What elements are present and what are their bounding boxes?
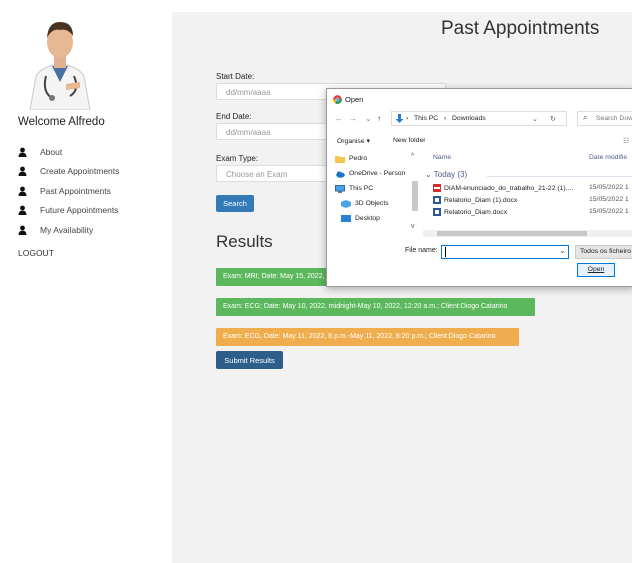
breadcrumb-this-pc[interactable]: This PC [414,115,438,122]
tree-item-pedro[interactable]: Pedro [335,151,415,166]
user-icon [18,225,27,235]
exam-type-label: Exam Type: [216,154,259,163]
chevron-down-icon[interactable]: ⌄ [532,115,538,123]
downloads-icon [395,114,404,123]
user-icon [18,147,27,157]
user-icon [18,186,27,196]
start-date-label: Start Date: [216,72,255,81]
logout-link[interactable]: LOGOUT [18,248,54,258]
file-row[interactable]: Relatorio_Diam (1).docx 15/05/2022 1 [433,196,632,207]
address-bar: ← → ⌄ ↑ › This PC › Downloads ⌄ ↻ Search… [327,111,632,127]
end-date-label: End Date: [216,112,252,121]
file-list-scrollbar[interactable] [423,230,632,237]
sidebar-item-create-appointments[interactable]: Create Appointments [18,162,173,182]
desktop-icon [341,214,351,222]
tree-item-3d-objects[interactable]: 3D Objects [335,196,415,211]
search-icon: ⌕ [583,113,588,122]
up-arrow-icon[interactable]: ↑ [377,114,381,123]
column-name[interactable]: Name [433,154,451,161]
result-item: Exam: ECG; Date: May 10, 2022, midnight-… [216,298,535,316]
nav-pane-scrollbar[interactable]: ^ v [411,151,419,233]
file-name-label: File name: [405,247,438,254]
organise-button[interactable]: Organise ▾ [337,137,370,145]
results-title: Results [216,232,273,251]
dialog-toolbar: Organise ▾ New folder ☷ [327,137,632,149]
file-type-select[interactable]: Todos os ficheiro [575,245,632,259]
sidebar-item-label: My Availability [40,224,94,235]
tree-item-this-pc[interactable]: This PC [335,181,415,196]
chevron-down-icon[interactable]: v [411,223,415,230]
sidebar-item-label: About [40,146,63,157]
sidebar-item-future-appointments[interactable]: Future Appointments [18,201,173,221]
sidebar-item-my-availability[interactable]: My Availability [18,220,173,240]
folder-icon [335,155,345,163]
file-open-dialog: Open ← → ⌄ ↑ › This PC › Downloads ⌄ ↻ S… [326,88,632,287]
open-button[interactable]: Open [577,263,615,277]
user-icon [18,166,27,177]
user-icon [18,205,27,216]
back-arrow-icon[interactable]: ← [335,114,343,123]
welcome-text: Welcome Alfredo [18,116,105,128]
chevron-down-icon: ⌄ [425,170,434,179]
file-row[interactable]: DIAM-enunciado_do_trabalho_21-22 (1)....… [433,184,632,195]
chevron-down-icon[interactable]: ⌄ [559,246,566,255]
file-list: Name Date modifie ⌄ Today (3) DIAM-enunc… [423,151,632,239]
sidebar-item-label: Past Appointments [40,185,111,196]
sidebar: Welcome Alfredo About Create Appointment… [8,12,172,563]
pdf-icon [433,184,441,192]
file-name-input[interactable] [441,245,569,259]
breadcrumb-downloads[interactable]: Downloads [452,115,486,122]
doctor-avatar [22,18,98,110]
nav-pane: Pedro OneDrive - Person This PC 3D Objec… [335,151,415,231]
sidebar-item-label: Create Appointments [40,166,120,177]
pc-icon [335,184,345,193]
search-button[interactable]: Search [216,195,254,212]
sidebar-item-about[interactable]: About [18,142,173,162]
page-title: Past Appointments [441,18,600,39]
chrome-icon [333,95,342,104]
group-header[interactable]: ⌄ Today (3) [425,170,467,179]
forward-arrow-icon[interactable]: → [349,114,357,123]
onedrive-icon [336,170,345,178]
sidebar-nav: About Create Appointments Past Appointme… [18,142,173,240]
result-item: Exam: ECG; Date: May 11, 2022, 8 p.m.-Ma… [216,328,519,346]
tree-item-onedrive[interactable]: OneDrive - Person [335,166,415,181]
dialog-title: Open [345,95,364,104]
chevron-up-icon[interactable]: ^ [411,153,414,160]
word-doc-icon [433,208,441,216]
chevron-down-icon[interactable]: ⌄ [365,114,372,123]
path-box[interactable]: › This PC › Downloads ⌄ ↻ [391,111,567,126]
word-doc-icon [433,196,441,204]
submit-results-button[interactable]: Submit Results [216,351,283,369]
3d-objects-icon [341,199,351,208]
sidebar-item-label: Future Appointments [40,205,119,216]
column-date-modified[interactable]: Date modifie [589,154,627,161]
tree-item-desktop[interactable]: Desktop [335,211,415,226]
sidebar-item-past-appointments[interactable]: Past Appointments [18,181,173,201]
refresh-icon[interactable]: ↻ [550,115,556,123]
view-options-icon[interactable]: ☷ [623,137,629,145]
new-folder-button[interactable]: New folder [393,137,426,144]
file-row[interactable]: Relatorio_Diam.docx 15/05/2022 1 [433,208,632,219]
